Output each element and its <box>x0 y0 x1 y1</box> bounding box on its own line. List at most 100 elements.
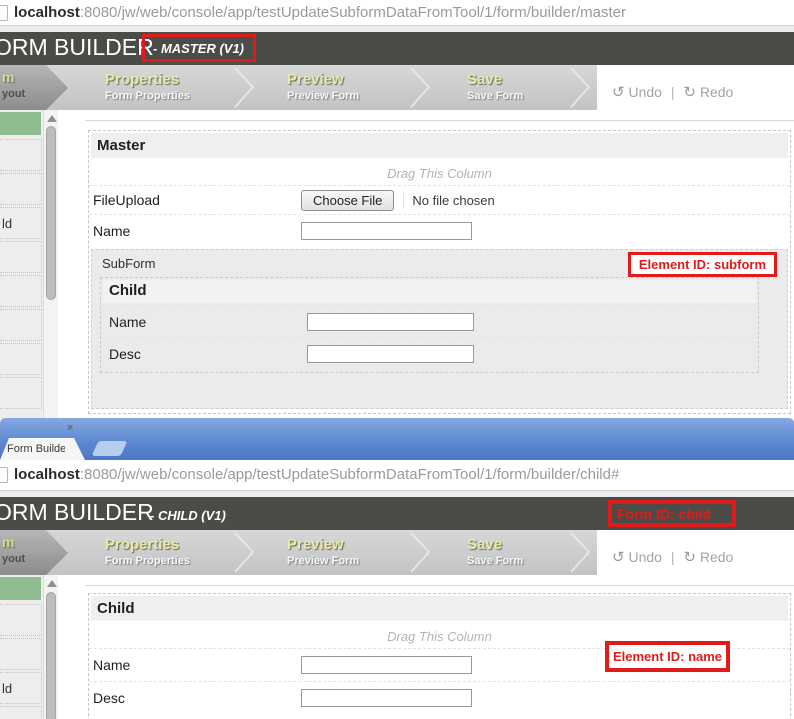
tab-design-subtitle: yout <box>2 553 26 565</box>
palette-scrollbar[interactable] <box>43 575 58 719</box>
desc-label: Desc <box>93 690 125 706</box>
palette-item[interactable] <box>0 343 42 375</box>
builder-body: ld Child Drag This Column Name Desc Elem… <box>0 575 794 719</box>
tab-save-title: Save <box>467 71 503 88</box>
name-input[interactable] <box>301 656 472 674</box>
desc-row[interactable]: Desc <box>89 681 790 714</box>
master-form[interactable]: Master Drag This Column FileUpload Choos… <box>88 130 791 414</box>
tab-properties[interactable]: Properties Form Properties <box>105 536 190 567</box>
page-title: ORM BUILDER <box>0 499 154 525</box>
chevron-separator-icon <box>234 67 255 108</box>
choose-file-button[interactable]: Choose File <box>301 189 395 211</box>
chevron-separator-icon <box>234 532 255 573</box>
tab-close-icon[interactable]: × <box>67 422 787 455</box>
name-label: Name <box>93 657 131 673</box>
url-host: localhost <box>14 3 80 21</box>
chevron-separator-icon <box>410 67 431 108</box>
canvas-top-border <box>85 585 794 586</box>
browser-tab-title: Form Builde <box>7 443 65 455</box>
palette-scrollbar[interactable] <box>43 110 58 418</box>
element-palette: ld <box>0 110 43 418</box>
undo-button[interactable]: Undo <box>628 84 661 100</box>
master-browser-window: localhost:8080/jw/web/console/app/testUp… <box>0 0 794 418</box>
palette-item[interactable] <box>0 275 42 307</box>
url-path: :8080/jw/web/console/app/testUpdateSubfo… <box>79 3 626 21</box>
undo-icon[interactable]: ↺ <box>612 549 625 566</box>
tab-save-subtitle: Save Form <box>467 90 524 102</box>
browser-title-bar[interactable]: Form Builde × <box>0 418 794 460</box>
palette-item[interactable] <box>0 309 42 341</box>
child-name-input[interactable] <box>307 312 474 331</box>
redo-button[interactable]: Redo <box>700 84 733 100</box>
child-name-row[interactable]: Name <box>101 305 758 337</box>
form-section-title[interactable]: Child <box>91 596 788 621</box>
child-name-label: Name <box>109 313 147 330</box>
child-desc-input[interactable] <box>307 344 474 363</box>
form-builder-header: ORM BUILDER - MASTER (V1) <box>0 32 794 65</box>
child-desc-row[interactable]: Desc <box>101 337 758 369</box>
tab-design-title: m <box>2 69 15 85</box>
name-input[interactable] <box>301 222 472 240</box>
redo-icon[interactable]: ↻ <box>683 84 696 101</box>
tab-properties[interactable]: Properties Form Properties <box>105 71 190 102</box>
fileupload-row[interactable]: FileUpload Choose File No file chosen <box>89 185 790 214</box>
palette-item[interactable] <box>0 173 42 205</box>
builder-body: ld Master Drag This Column FileUpload Ch… <box>0 110 794 418</box>
tab-save[interactable]: Save Save Form <box>467 536 523 567</box>
child-form[interactable]: Child Drag This Column Name Desc Element… <box>88 593 791 719</box>
subform-container[interactable]: SubForm Element ID: subform Child Name D… <box>91 249 788 409</box>
form-section-title[interactable]: Master <box>91 133 788 158</box>
tab-properties-subtitle: Form Properties <box>105 90 190 102</box>
scroll-up-icon[interactable] <box>47 580 57 587</box>
undo-redo-panel: ↺ Undo | ↻ Redo <box>597 65 794 110</box>
undo-redo-panel: ↺ Undo | ↻ Redo <box>597 530 794 575</box>
tab-design-form[interactable]: m yout <box>0 530 68 575</box>
palette-item[interactable] <box>0 139 42 171</box>
undo-button[interactable]: Undo <box>628 549 661 565</box>
tab-design-title: m <box>2 534 15 550</box>
tab-preview[interactable]: Preview Preview Form <box>287 71 359 102</box>
palette-item[interactable] <box>0 377 42 409</box>
annotation-form-id-child: Form ID: child <box>608 500 736 527</box>
scrollbar-thumb[interactable] <box>46 592 56 719</box>
undo-icon[interactable]: ↺ <box>612 84 625 101</box>
tab-properties-title: Properties <box>105 71 180 88</box>
tab-preview-subtitle: Preview Form <box>287 90 360 102</box>
desc-input[interactable] <box>301 689 472 707</box>
tab-design-form[interactable]: m yout <box>0 65 68 110</box>
embedded-child-form[interactable]: Child Name Desc <box>100 277 759 373</box>
redo-icon[interactable]: ↻ <box>683 549 696 566</box>
address-bar[interactable]: localhost:8080/jw/web/console/app/testUp… <box>0 460 794 491</box>
no-file-chosen-text: No file chosen <box>403 192 495 208</box>
form-canvas: Child Drag This Column Name Desc Element… <box>58 575 794 719</box>
palette-item[interactable] <box>0 638 42 670</box>
element-palette: ld <box>0 575 43 719</box>
tab-preview[interactable]: Preview Preview Form <box>287 536 359 567</box>
builder-toolbar: m yout Properties Form Properties Previe… <box>0 530 794 575</box>
drag-column-hint: Drag This Column <box>387 166 492 181</box>
palette-category-header[interactable] <box>0 112 41 135</box>
canvas-top-border <box>85 120 794 121</box>
scroll-up-icon[interactable] <box>47 115 57 122</box>
chevron-separator-icon <box>410 532 431 573</box>
scrollbar-thumb[interactable] <box>46 126 56 300</box>
palette-category-header[interactable] <box>0 577 41 600</box>
url-text[interactable]: localhost:8080/jw/web/console/app/testUp… <box>14 466 619 483</box>
tab-save[interactable]: Save Save Form <box>467 71 523 102</box>
form-canvas: Master Drag This Column FileUpload Choos… <box>58 110 794 418</box>
palette-item[interactable] <box>0 604 42 636</box>
undo-redo-separator: | <box>670 549 675 565</box>
redo-button[interactable]: Redo <box>700 549 733 565</box>
url-text[interactable]: localhost:8080/jw/web/console/app/testUp… <box>14 4 626 21</box>
name-row[interactable]: Name <box>89 214 790 247</box>
palette-item[interactable] <box>0 241 42 273</box>
tab-preview-title: Preview <box>287 536 344 553</box>
palette-item-field[interactable]: ld <box>0 672 42 704</box>
palette-item[interactable] <box>0 706 42 719</box>
tab-preview-title: Preview <box>287 71 344 88</box>
tab-properties-subtitle: Form Properties <box>105 555 190 567</box>
address-bar[interactable]: localhost:8080/jw/web/console/app/testUp… <box>0 0 794 26</box>
palette-item-field[interactable]: ld <box>0 207 42 239</box>
form-version-label: - CHILD (V1) <box>150 508 226 523</box>
subform-label: SubForm <box>102 256 156 271</box>
